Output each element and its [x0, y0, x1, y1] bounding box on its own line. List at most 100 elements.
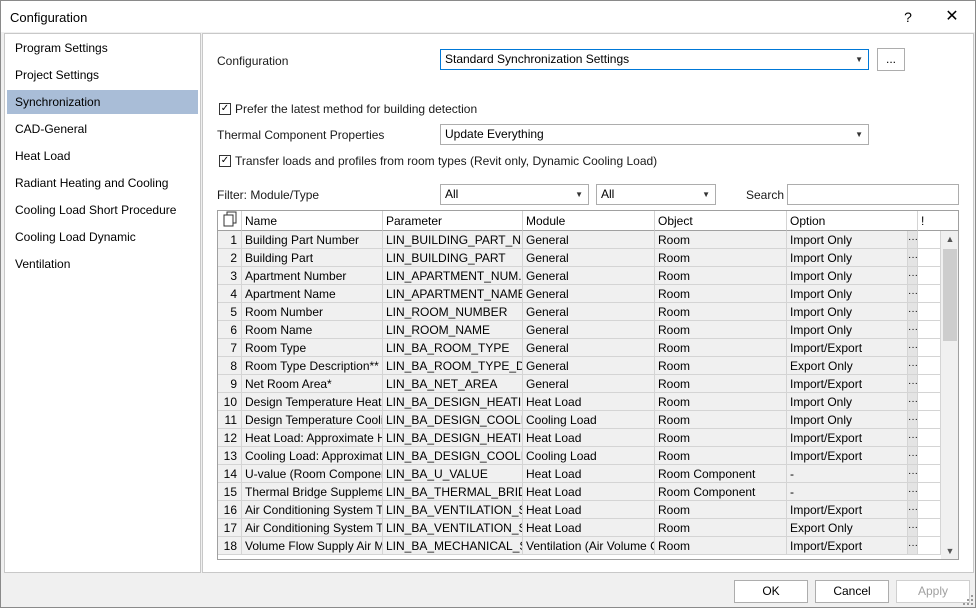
cell-option[interactable]: Import Only [787, 303, 908, 321]
option-more-icon[interactable]: ··· [908, 501, 918, 519]
column-header-object[interactable]: Object [655, 211, 787, 231]
option-more-icon[interactable]: ··· [908, 357, 918, 375]
title-bar: Configuration ? ✕ [1, 1, 975, 32]
table-row[interactable]: 9 Net Room Area* LIN_BA_NET_AREA General Roo… [218, 375, 941, 393]
column-header-flag[interactable]: ! [918, 211, 958, 231]
cell-option[interactable]: Import/Export [787, 429, 908, 447]
resize-grip-icon[interactable] [963, 595, 973, 605]
cell-option[interactable]: Import/Export [787, 501, 908, 519]
cell-option[interactable]: Import Only [787, 411, 908, 429]
table-row[interactable]: 8 Room Type Description** LIN_BA_ROOM_TYPE… [218, 357, 941, 375]
sidebar-item-cooling-load-dynamic[interactable]: Cooling Load Dynamic [7, 225, 198, 249]
cell-option[interactable]: Export Only [787, 357, 908, 375]
configuration-more-button[interactable]: ... [877, 48, 905, 71]
table-row[interactable]: 2 Building Part LIN_BUILDING_PART General Ro… [218, 249, 941, 267]
sidebar-item-heat-load[interactable]: Heat Load [7, 144, 198, 168]
scroll-down-icon[interactable]: ▼ [941, 543, 958, 559]
close-icon[interactable]: ✕ [937, 6, 967, 28]
sidebar-item-cad-general[interactable]: CAD-General [7, 117, 198, 141]
thermal-value: Update Everything [445, 127, 544, 141]
option-more-icon[interactable]: ··· [908, 267, 918, 285]
table-row[interactable]: 15Thermal Bridge Supplement...LIN_BA_THE… [218, 483, 941, 501]
table-scrollbar[interactable]: ▲ ▼ [941, 231, 958, 559]
option-more-icon[interactable]: ··· [908, 465, 918, 483]
cell-option[interactable]: Import Only [787, 267, 908, 285]
option-more-icon[interactable]: ··· [908, 429, 918, 447]
option-more-icon[interactable]: ··· [908, 339, 918, 357]
cell-option[interactable]: Import/Export [787, 537, 908, 555]
cell-option[interactable]: Export Only [787, 519, 908, 537]
column-header-option[interactable]: Option [787, 211, 918, 231]
table-row[interactable]: 14 U-value (Room Component) LIN_BA_U_VALUE… [218, 465, 941, 483]
transfer-loads-checkbox[interactable]: ✓ [219, 155, 231, 167]
cell-option[interactable]: Import Only [787, 285, 908, 303]
scroll-up-icon[interactable]: ▲ [941, 231, 958, 247]
cell-name: Heat Load: Approximate H... [242, 429, 383, 447]
cell-module: Heat Load [523, 501, 655, 519]
option-more-icon[interactable]: ··· [908, 393, 918, 411]
option-more-icon[interactable]: ··· [908, 303, 918, 321]
table-row[interactable]: 10 Design Temperature Heating LIN_BA_DESIG… [218, 393, 941, 411]
apply-button[interactable]: Apply [896, 580, 970, 603]
help-icon[interactable]: ? [897, 6, 919, 28]
ok-button[interactable]: OK [734, 580, 808, 603]
table-row[interactable]: 12 Heat Load: Approximate H... LIN_BA_DESI… [218, 429, 941, 447]
cell-module: Heat Load [523, 465, 655, 483]
table-row[interactable]: 5 Room Number LIN_ROOM_NUMBER General Room Im… [218, 303, 941, 321]
search-input[interactable] [787, 184, 959, 205]
option-more-icon[interactable]: ··· [908, 231, 918, 249]
sidebar-item-cooling-load-short-procedure[interactable]: Cooling Load Short Procedure [7, 198, 198, 222]
cell-option[interactable]: Import Only [787, 231, 908, 249]
table-row[interactable]: 1 Building Part Number LIN_BUILDING_PART_N… [218, 231, 941, 249]
option-more-icon[interactable]: ··· [908, 411, 918, 429]
cell-module: Heat Load [523, 519, 655, 537]
cell-object: Room [655, 303, 787, 321]
copy-icon[interactable] [218, 211, 242, 231]
option-more-icon[interactable]: ··· [908, 321, 918, 339]
option-more-icon[interactable]: ··· [908, 483, 918, 501]
cell-parameter: LIN_BA_U_VALUE [383, 465, 523, 483]
option-more-icon[interactable]: ··· [908, 249, 918, 267]
cell-name: Room Type Description** [242, 357, 383, 375]
cell-option[interactable]: Import/Export [787, 339, 908, 357]
column-header-module[interactable]: Module [523, 211, 655, 231]
cell-option[interactable]: - [787, 483, 908, 501]
column-header-parameter[interactable]: Parameter [383, 211, 523, 231]
thermal-dropdown[interactable]: Update Everything ▼ [440, 124, 869, 145]
cell-option[interactable]: - [787, 465, 908, 483]
option-more-icon[interactable]: ··· [908, 375, 918, 393]
cell-option[interactable]: Import Only [787, 321, 908, 339]
table-row[interactable]: 18Volume Flow Supply Air Me...LIN_BA_MEC… [218, 537, 941, 555]
scrollbar-thumb[interactable] [943, 249, 957, 341]
type-filter-dropdown[interactable]: All ▼ [596, 184, 716, 205]
option-more-icon[interactable]: ··· [908, 519, 918, 537]
cell-option[interactable]: Import Only [787, 393, 908, 411]
table-row[interactable]: 16 Air Conditioning System Ty... LIN_BA_VE… [218, 501, 941, 519]
cell-option[interactable]: Import/Export [787, 447, 908, 465]
column-header-name[interactable]: Name [242, 211, 383, 231]
sidebar-item-project-settings[interactable]: Project Settings [7, 63, 198, 87]
configuration-dropdown[interactable]: Standard Synchronization Settings ▼ [440, 49, 869, 70]
table-row[interactable]: 11 Design Temperature Cooling LIN_BA_DESIG… [218, 411, 941, 429]
table-row[interactable]: 4 Apartment Name LIN_APARTMENT_NAME General… [218, 285, 941, 303]
cancel-button[interactable]: Cancel [815, 580, 889, 603]
sidebar-item-synchronization[interactable]: Synchronization [7, 90, 198, 114]
option-more-icon[interactable]: ··· [908, 447, 918, 465]
sidebar-item-program-settings[interactable]: Program Settings [7, 36, 198, 60]
sidebar-item-ventilation[interactable]: Ventilation [7, 252, 198, 276]
cell-option[interactable]: Import Only [787, 249, 908, 267]
table-row[interactable]: 17 Air Conditioning System Ty... LIN_BA_VE… [218, 519, 941, 537]
option-more-icon[interactable]: ··· [908, 285, 918, 303]
prefer-latest-checkbox[interactable]: ✓ [219, 103, 231, 115]
table-row[interactable]: 13Cooling Load: Approximate ...LIN_BA_DE… [218, 447, 941, 465]
table-row[interactable]: 3 Apartment Number LIN_APARTMENT_NUM... Gen… [218, 267, 941, 285]
chevron-down-icon: ▼ [575, 190, 583, 199]
table-row[interactable]: 6 Room Name LIN_ROOM_NAME General Room Import… [218, 321, 941, 339]
table-row[interactable]: 7 Room Type LIN_BA_ROOM_TYPE General Room Imp… [218, 339, 941, 357]
cell-name: Design Temperature Cooling [242, 411, 383, 429]
option-more-icon[interactable]: ··· [908, 537, 918, 555]
cell-name: Room Type [242, 339, 383, 357]
module-filter-dropdown[interactable]: All ▼ [440, 184, 589, 205]
cell-option[interactable]: Import/Export [787, 375, 908, 393]
sidebar-item-radiant-heating-and-cooling[interactable]: Radiant Heating and Cooling [7, 171, 198, 195]
